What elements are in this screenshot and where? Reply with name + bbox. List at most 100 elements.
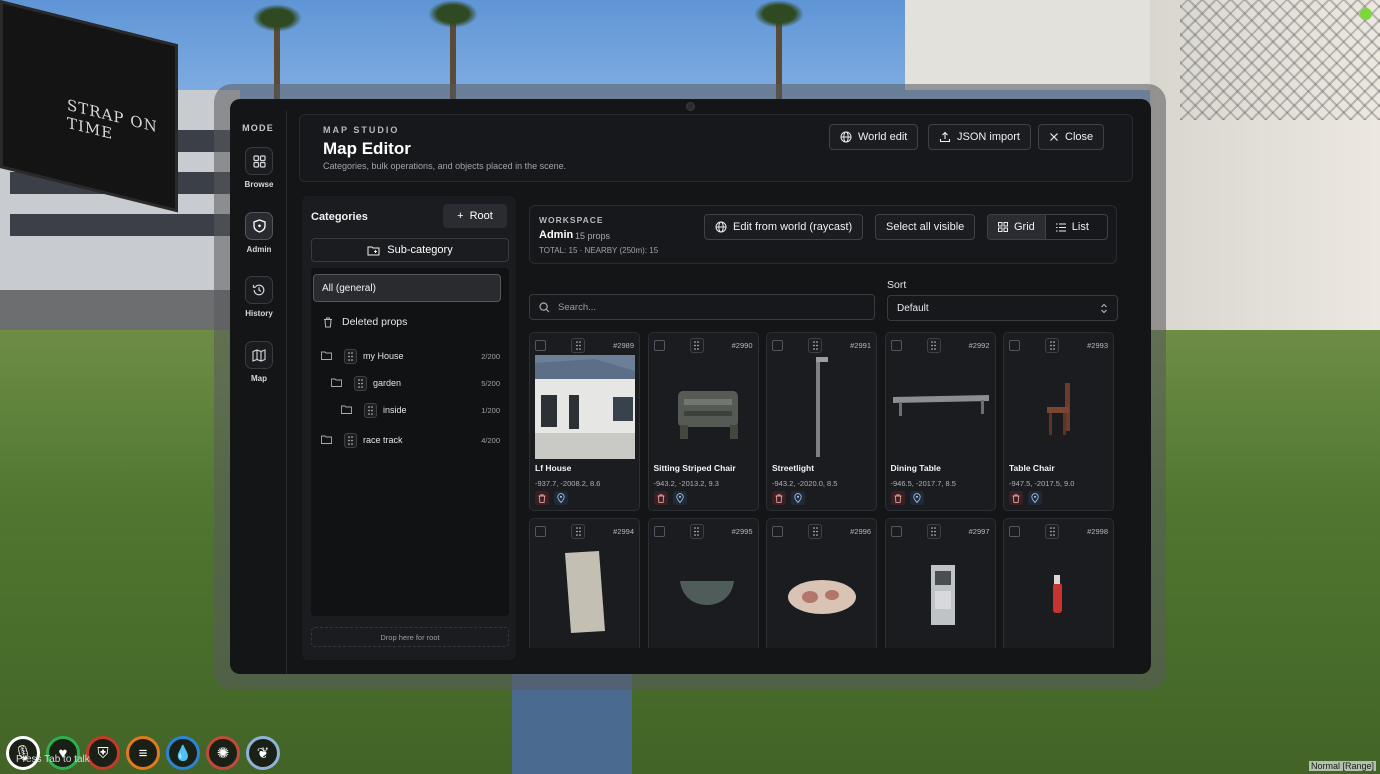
add-subcategory-label: Sub-category xyxy=(387,244,453,256)
drag-handle-icon[interactable] xyxy=(1045,338,1059,353)
mode-browse[interactable]: Browse xyxy=(243,147,275,189)
prop-card[interactable]: #2997 xyxy=(884,518,996,648)
prop-coords: -946.5, -2017.7, 8.5 xyxy=(890,479,956,488)
prop-thumbnail xyxy=(535,541,635,645)
prop-id: #2996 xyxy=(850,527,871,536)
search-icon xyxy=(539,301,550,312)
locate-prop-button[interactable] xyxy=(672,491,687,505)
prop-checkbox[interactable] xyxy=(772,526,783,537)
drag-handle-icon[interactable] xyxy=(1045,524,1059,539)
delete-prop-button[interactable] xyxy=(653,491,668,505)
drag-handle-icon[interactable] xyxy=(344,432,357,448)
category-count: 1/200 xyxy=(481,405,500,415)
prop-thumbnail xyxy=(891,541,991,645)
prop-name: Dining Table xyxy=(890,463,941,473)
category-item[interactable]: race track 4/200 xyxy=(321,431,509,449)
prop-id: #2993 xyxy=(1087,341,1108,350)
locate-prop-button[interactable] xyxy=(791,491,805,505)
prop-checkbox[interactable] xyxy=(535,526,546,537)
prop-card[interactable]: #2992 Dining Table -946.5, -2017.7, 8.5 xyxy=(884,332,996,511)
json-import-button[interactable]: JSON import xyxy=(928,124,1031,150)
prop-thumbnail xyxy=(1009,541,1109,645)
mode-map[interactable]: Map xyxy=(243,341,275,383)
drag-handle-icon[interactable] xyxy=(808,524,822,539)
drag-handle-icon[interactable] xyxy=(808,338,822,353)
globe-icon xyxy=(840,131,852,143)
drag-handle-icon[interactable] xyxy=(344,348,357,364)
drag-handle-icon[interactable] xyxy=(926,338,941,353)
prop-card[interactable]: #2995 xyxy=(647,518,759,648)
world-edit-button[interactable]: World edit xyxy=(829,124,919,150)
drag-handle-icon[interactable] xyxy=(354,375,367,391)
prop-card[interactable]: #2996 xyxy=(766,518,877,648)
delete-prop-button[interactable] xyxy=(1009,491,1023,505)
select-all-visible-label: Select all visible xyxy=(886,221,965,233)
sort-select[interactable]: Default xyxy=(887,295,1118,321)
prop-checkbox[interactable] xyxy=(535,340,546,351)
category-item[interactable]: garden 5/200 xyxy=(331,374,509,392)
prop-name: Streetlight xyxy=(772,463,815,473)
delete-prop-button[interactable] xyxy=(535,491,549,505)
prop-card[interactable]: #2998 xyxy=(1003,518,1114,648)
folder-icon xyxy=(321,435,335,446)
list-view-button[interactable]: List xyxy=(1046,215,1099,239)
prop-id: #2991 xyxy=(850,341,871,350)
prop-id: #2989 xyxy=(613,341,634,350)
drop-root-zone[interactable]: Drop here for root xyxy=(311,627,509,647)
mode-rail: MODE Browse Admin History Map xyxy=(230,111,287,674)
prop-thumbnail xyxy=(891,355,991,459)
prop-coords: -947.5, -2017.5, 9.0 xyxy=(1009,479,1075,488)
prop-card[interactable]: #2990 Sitting Striped Chair -943.2, -2013.… xyxy=(647,332,759,511)
prop-checkbox[interactable] xyxy=(1009,340,1020,351)
prop-card[interactable]: #2989 Lf House -937.7, -2008.2, 8.6 xyxy=(529,332,640,511)
prop-card[interactable]: #2993 Table Chair -947.5, -2017.5, 9.0 xyxy=(1003,332,1114,511)
prop-card[interactable]: #2994 xyxy=(529,518,640,648)
category-deleted[interactable]: Deleted props xyxy=(323,316,407,328)
voice-range: Normal [Range] xyxy=(1308,761,1376,771)
drag-handle-icon[interactable] xyxy=(689,524,704,539)
delete-prop-button[interactable] xyxy=(772,491,786,505)
voice-indicator-icon xyxy=(1360,8,1372,20)
billboard-text: STRAP ON TIME xyxy=(67,95,158,144)
close-button[interactable]: Close xyxy=(1038,124,1105,150)
locate-prop-button[interactable] xyxy=(909,491,924,505)
locate-prop-button[interactable] xyxy=(554,491,568,505)
add-root-button[interactable]: + Root xyxy=(443,204,507,228)
prop-checkbox[interactable] xyxy=(653,340,665,351)
drag-handle-icon[interactable] xyxy=(689,338,704,353)
prop-name: Sitting Striped Chair xyxy=(653,463,736,473)
drag-handle-icon[interactable] xyxy=(364,402,377,418)
mode-history[interactable]: History xyxy=(243,276,275,318)
add-subcategory-button[interactable]: Sub-category xyxy=(311,238,509,262)
mode-label: History xyxy=(245,309,273,318)
prop-checkbox[interactable] xyxy=(653,526,665,537)
location-pin-icon xyxy=(557,493,565,503)
prop-thumbnail xyxy=(772,541,872,645)
drag-handle-icon[interactable] xyxy=(571,524,585,539)
prop-card[interactable]: #2991 Streetlight -943.2, -2020.0, 8.5 xyxy=(766,332,877,511)
grid-view-button[interactable]: Grid xyxy=(988,215,1046,239)
category-name: race track xyxy=(363,435,403,445)
camera-icon xyxy=(686,102,695,111)
drag-handle-icon[interactable] xyxy=(926,524,941,539)
prop-id: #2995 xyxy=(731,527,753,536)
delete-prop-button[interactable] xyxy=(890,491,905,505)
prop-checkbox[interactable] xyxy=(890,526,902,537)
edit-from-world-button[interactable]: Edit from world (raycast) xyxy=(704,214,864,240)
category-all[interactable]: All (general) xyxy=(313,274,501,302)
locate-prop-button[interactable] xyxy=(1028,491,1042,505)
prop-checkbox[interactable] xyxy=(1009,526,1020,537)
category-count: 4/200 xyxy=(481,435,500,445)
prop-coords: -943.2, -2020.0, 8.5 xyxy=(772,479,838,488)
category-list: All (general) Deleted props my House 2/20… xyxy=(311,268,509,616)
category-item[interactable]: inside 1/200 xyxy=(341,401,509,419)
mode-admin[interactable]: Admin xyxy=(243,212,275,254)
trash-icon xyxy=(538,493,546,503)
location-pin-icon xyxy=(912,493,921,503)
search-input[interactable] xyxy=(558,301,858,313)
prop-checkbox[interactable] xyxy=(772,340,783,351)
drag-handle-icon[interactable] xyxy=(571,338,585,353)
select-all-visible-button[interactable]: Select all visible xyxy=(875,214,976,240)
prop-checkbox[interactable] xyxy=(890,340,902,351)
category-item[interactable]: my House 2/200 xyxy=(321,347,509,365)
